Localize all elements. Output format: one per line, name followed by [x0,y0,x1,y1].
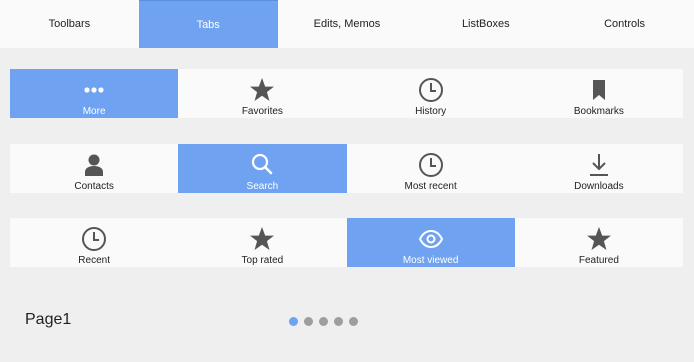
clock-icon [81,226,107,252]
segment-label: History [415,106,447,117]
star-icon [249,226,275,252]
segment-favorites[interactable]: Favorites [178,69,346,118]
segment-label: Top rated [241,255,284,266]
segment-label: Featured [578,255,619,266]
page-dot-1[interactable] [289,317,298,326]
segmented-tab-row-1: More Favorites History Bookmarks [10,69,683,118]
segment-label: More [82,106,106,117]
tab-listboxes[interactable]: ListBoxes [416,0,555,48]
segment-most-viewed[interactable]: Most viewed [346,218,515,267]
page-dot-2[interactable] [304,317,313,326]
clock-icon [418,77,444,103]
download-icon [586,152,612,178]
segment-top-rated[interactable]: Top rated [178,218,346,267]
clock-icon [418,152,444,178]
star-icon [249,77,275,103]
segment-downloads[interactable]: Downloads [515,144,683,193]
top-tab-bar: Toolbars Tabs Edits, Memos ListBoxes Con… [0,0,694,48]
segment-most-recent[interactable]: Most recent [347,144,515,193]
segment-history[interactable]: History [347,69,515,118]
segmented-tab-row-2: Contacts Search Most recent Downloads [10,144,683,193]
star-icon [586,226,612,252]
segment-label: Bookmarks [573,106,624,117]
bookmark-icon [586,77,612,103]
segmented-tab-row-3: Recent Top rated Most viewed Featured [10,218,683,267]
page-indicator [289,317,358,326]
person-icon [81,152,107,178]
eye-icon [418,226,444,252]
more-icon [81,77,107,103]
tab-edits-memos[interactable]: Edits, Memos [278,0,417,48]
segment-label: Most recent [404,181,457,192]
segment-label: Most viewed [402,255,459,266]
segment-label: Recent [78,255,110,266]
segment-contacts[interactable]: Contacts [10,144,178,193]
page-dot-5[interactable] [349,317,358,326]
page-label: Page1 [25,311,72,328]
tab-toolbars[interactable]: Toolbars [0,0,139,48]
segment-label: Downloads [574,181,624,192]
segment-featured[interactable]: Featured [515,218,683,267]
tab-controls[interactable]: Controls [555,0,694,48]
page-dot-4[interactable] [334,317,343,326]
page-dot-3[interactable] [319,317,328,326]
segment-label: Search [246,181,279,192]
segment-search[interactable]: Search [178,144,347,193]
segment-label: Contacts [74,181,114,192]
segment-recent[interactable]: Recent [10,218,178,267]
tab-tabs[interactable]: Tabs [138,0,278,48]
segment-bookmarks[interactable]: Bookmarks [515,69,683,118]
segment-label: Favorites [241,106,283,117]
segment-more[interactable]: More [10,69,179,118]
search-icon [249,152,275,178]
